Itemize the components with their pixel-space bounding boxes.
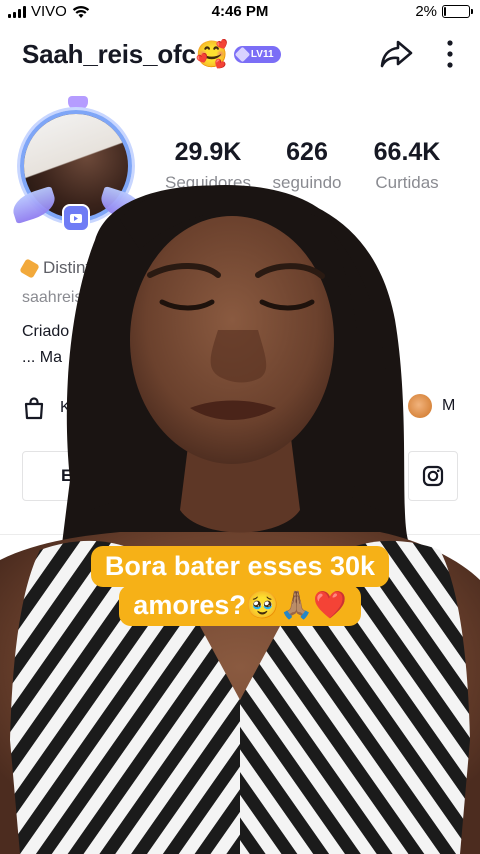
battery-icon — [442, 5, 473, 18]
stat-value: 29.9K — [174, 138, 242, 166]
crown-icon — [68, 96, 88, 110]
video-caption: Bora bater esses 30k amores?🥹🙏🏽❤️ — [0, 546, 480, 627]
level-badge[interactable]: LV11 — [233, 45, 281, 63]
status-bar: VIVO 4:46 PM 2% — [0, 0, 480, 24]
stat-value: 66.4K — [373, 138, 441, 166]
wifi-icon — [72, 5, 90, 18]
more-options-button[interactable] — [440, 34, 460, 74]
profile-header: Saah_reis_ofc🥰 LV11 — [22, 32, 460, 76]
caption-line-2: amores?🥹🙏🏽❤️ — [119, 585, 361, 627]
signal-icon — [8, 5, 26, 18]
share-button[interactable] — [376, 34, 416, 74]
username: Saah_reis_ofc🥰 — [22, 38, 228, 69]
level-gem-icon — [234, 46, 251, 62]
level-badge-label: LV11 — [250, 48, 274, 60]
battery-fill — [444, 7, 446, 16]
stat-value: 626 — [286, 138, 328, 166]
battery-percent: 2% — [415, 3, 437, 20]
carrier-label: VIVO — [31, 3, 67, 20]
more-icon — [447, 40, 453, 68]
share-icon — [380, 40, 413, 68]
status-left: VIVO — [8, 3, 90, 20]
video-overlay-person — [0, 185, 480, 854]
status-right: 2% — [415, 3, 473, 20]
caption-line-1: Bora bater esses 30k — [90, 546, 390, 588]
